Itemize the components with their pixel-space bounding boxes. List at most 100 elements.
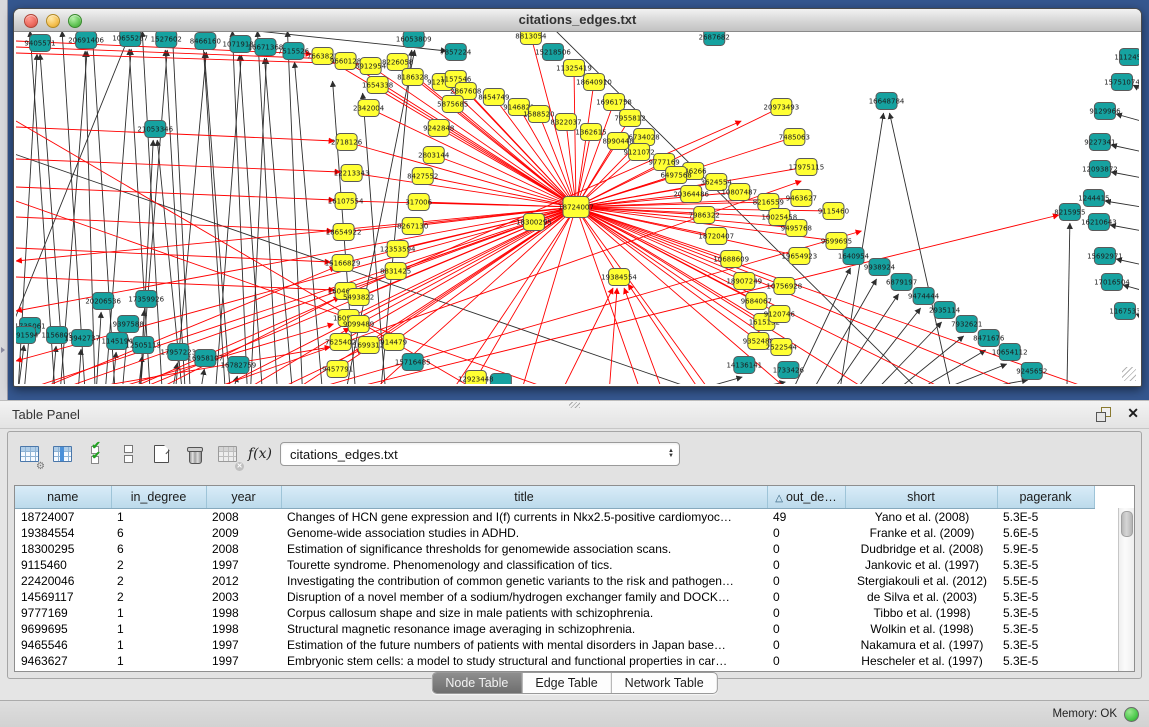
table-cell-in_degree[interactable]: 1 (111, 509, 206, 526)
table-row[interactable]: 911546021997Tourette syndrome. Phenomeno… (15, 557, 1134, 573)
table-cell-pagerank[interactable]: 5.9E-5 (997, 541, 1094, 557)
table-cell-year[interactable]: 2009 (206, 525, 281, 541)
table-cell-title[interactable]: Corpus callosum shape and size in male p… (281, 605, 767, 621)
table-cell-in_degree[interactable]: 2 (111, 573, 206, 589)
table-cell-pagerank[interactable]: 5.3E-5 (997, 621, 1094, 637)
table-cell-pagerank[interactable]: 5.3E-5 (997, 653, 1094, 669)
show-hide-column-button[interactable] (49, 441, 75, 467)
table-row[interactable]: 977716911998Corpus callosum shape and si… (15, 605, 1134, 621)
table-panel-header[interactable]: Table Panel ✕ (0, 400, 1149, 429)
table-cell-name[interactable]: 9115460 (15, 557, 111, 573)
column-header-pagerank[interactable]: pagerank (997, 486, 1094, 509)
float-panel-icon[interactable] (1096, 407, 1111, 422)
table-cell-short[interactable]: Hescheler et al. (1997) (845, 653, 997, 669)
column-header-out_de[interactable]: △out_de… (767, 486, 845, 509)
table-row[interactable]: 1830029562008Estimation of significance … (15, 541, 1134, 557)
table-cell-out_de[interactable]: 0 (767, 557, 845, 573)
table-cell-short[interactable]: Jankovic et al. (1997) (845, 557, 997, 573)
table-cell-short[interactable]: Wolkin et al. (1998) (845, 621, 997, 637)
table-cell-year[interactable]: 2003 (206, 589, 281, 605)
delete-table-button[interactable]: ✕ (214, 441, 240, 467)
table-cell-year[interactable]: 2008 (206, 541, 281, 557)
table-cell-out_de[interactable]: 0 (767, 621, 845, 637)
table-cell-title[interactable]: Tourette syndrome. Phenomenology and cla… (281, 557, 767, 573)
tab-network-table[interactable]: Network Table (612, 673, 717, 693)
splitpane-resize-grip[interactable] (569, 402, 580, 408)
left-splitpane-gutter[interactable] (0, 0, 8, 400)
table-cell-title[interactable]: Disruption of a novel member of a sodium… (281, 589, 767, 605)
window-titlebar[interactable]: citations_edges.txt (14, 9, 1141, 32)
table-cell-year[interactable]: 1998 (206, 605, 281, 621)
network-view-window[interactable]: citations_edges.txt 94055712069140610655… (13, 8, 1142, 387)
select-all-button[interactable]: ✔ ✔ (82, 441, 108, 467)
column-header-title[interactable]: title (281, 486, 767, 509)
table-cell-year[interactable]: 1997 (206, 653, 281, 669)
table-cell-short[interactable]: Yano et al. (2008) (845, 509, 997, 526)
scrollbar-thumb[interactable] (1121, 511, 1133, 537)
table-cell-in_degree[interactable]: 1 (111, 637, 206, 653)
table-cell-title[interactable]: Structural magnetic resonance image aver… (281, 621, 767, 637)
memory-ok-indicator[interactable] (1124, 707, 1139, 722)
column-header-year[interactable]: year (206, 486, 281, 509)
table-cell-pagerank[interactable]: 5.3E-5 (997, 605, 1094, 621)
table-cell-short[interactable]: de Silva et al. (2003) (845, 589, 997, 605)
table-row[interactable]: 1872400712008Changes of HCN gene express… (15, 509, 1134, 526)
column-settings-button[interactable]: ⚙ (16, 441, 42, 467)
table-cell-in_degree[interactable]: 1 (111, 653, 206, 669)
table-cell-in_degree[interactable]: 2 (111, 589, 206, 605)
table-cell-name[interactable]: 22420046 (15, 573, 111, 589)
table-cell-name[interactable]: 9463627 (15, 653, 111, 669)
network-canvas-area[interactable]: 9405571206914061065528715276028466160107… (16, 32, 1139, 384)
table-cell-year[interactable]: 1998 (206, 621, 281, 637)
table-cell-short[interactable]: Stergiakouli et al. (2012) (845, 573, 997, 589)
table-cell-out_de[interactable]: 49 (767, 509, 845, 526)
table-cell-in_degree[interactable]: 2 (111, 557, 206, 573)
table-cell-short[interactable]: Nakamura et al. (1997) (845, 637, 997, 653)
table-cell-out_de[interactable]: 0 (767, 573, 845, 589)
table-cell-name[interactable]: 14569117 (15, 589, 111, 605)
table-cell-out_de[interactable]: 0 (767, 541, 845, 557)
table-vertical-scrollbar[interactable] (1118, 508, 1134, 671)
delete-column-button[interactable] (181, 441, 207, 467)
splitpane-collapse-arrow-icon[interactable] (1, 347, 5, 353)
table-row[interactable]: 1938455462009Genome-wide association stu… (15, 525, 1134, 541)
table-selector[interactable]: citations_edges.txt ▲▼ (280, 442, 680, 466)
table-cell-year[interactable]: 2012 (206, 573, 281, 589)
table-cell-pagerank[interactable]: 5.6E-5 (997, 525, 1094, 541)
table-cell-pagerank[interactable]: 5.3E-5 (997, 557, 1094, 573)
table-row[interactable]: 2242004622012Investigating the contribut… (15, 573, 1134, 589)
tab-edge-table[interactable]: Edge Table (522, 673, 611, 693)
table-cell-pagerank[interactable]: 5.5E-5 (997, 573, 1094, 589)
table-cell-year[interactable]: 1997 (206, 557, 281, 573)
table-cell-short[interactable]: Dudbridge et al. (2008) (845, 541, 997, 557)
table-cell-title[interactable]: Genome-wide association studies in ADHD. (281, 525, 767, 541)
table-cell-short[interactable]: Franke et al. (2009) (845, 525, 997, 541)
table-cell-name[interactable]: 18724007 (15, 509, 111, 526)
network-canvas[interactable]: 9405571206914061065528715276028466160107… (16, 32, 1139, 384)
table-cell-title[interactable]: Investigating the contribution of common… (281, 573, 767, 589)
column-header-short[interactable]: short (845, 486, 997, 509)
table-cell-year[interactable]: 1997 (206, 637, 281, 653)
column-header-in_degree[interactable]: in_degree (111, 486, 206, 509)
table-cell-out_de[interactable]: 0 (767, 637, 845, 653)
table-cell-in_degree[interactable]: 6 (111, 525, 206, 541)
table-cell-pagerank[interactable]: 5.3E-5 (997, 509, 1094, 526)
table-cell-in_degree[interactable]: 1 (111, 621, 206, 637)
table-cell-out_de[interactable]: 0 (767, 653, 845, 669)
table-cell-in_degree[interactable]: 6 (111, 541, 206, 557)
function-builder-button[interactable]: f(x) (247, 441, 273, 467)
deselect-all-button[interactable] (115, 441, 141, 467)
table-row[interactable]: 946554611997Estimation of the future num… (15, 637, 1134, 653)
table-cell-in_degree[interactable]: 1 (111, 605, 206, 621)
table-cell-title[interactable]: Estimation of significance thresholds fo… (281, 541, 767, 557)
table-row[interactable]: 969969511998Structural magnetic resonanc… (15, 621, 1134, 637)
table-cell-title[interactable]: Estimation of the future numbers of pati… (281, 637, 767, 653)
table-cell-title[interactable]: Embryonic stem cells: a model to study s… (281, 653, 767, 669)
table-cell-name[interactable]: 18300295 (15, 541, 111, 557)
table-cell-short[interactable]: Tibbo et al. (1998) (845, 605, 997, 621)
table-cell-out_de[interactable]: 0 (767, 525, 845, 541)
tab-node-table[interactable]: Node Table (432, 673, 522, 693)
column-header-name[interactable]: name (15, 486, 111, 509)
create-column-button[interactable] (148, 441, 174, 467)
close-panel-icon[interactable]: ✕ (1127, 405, 1139, 422)
